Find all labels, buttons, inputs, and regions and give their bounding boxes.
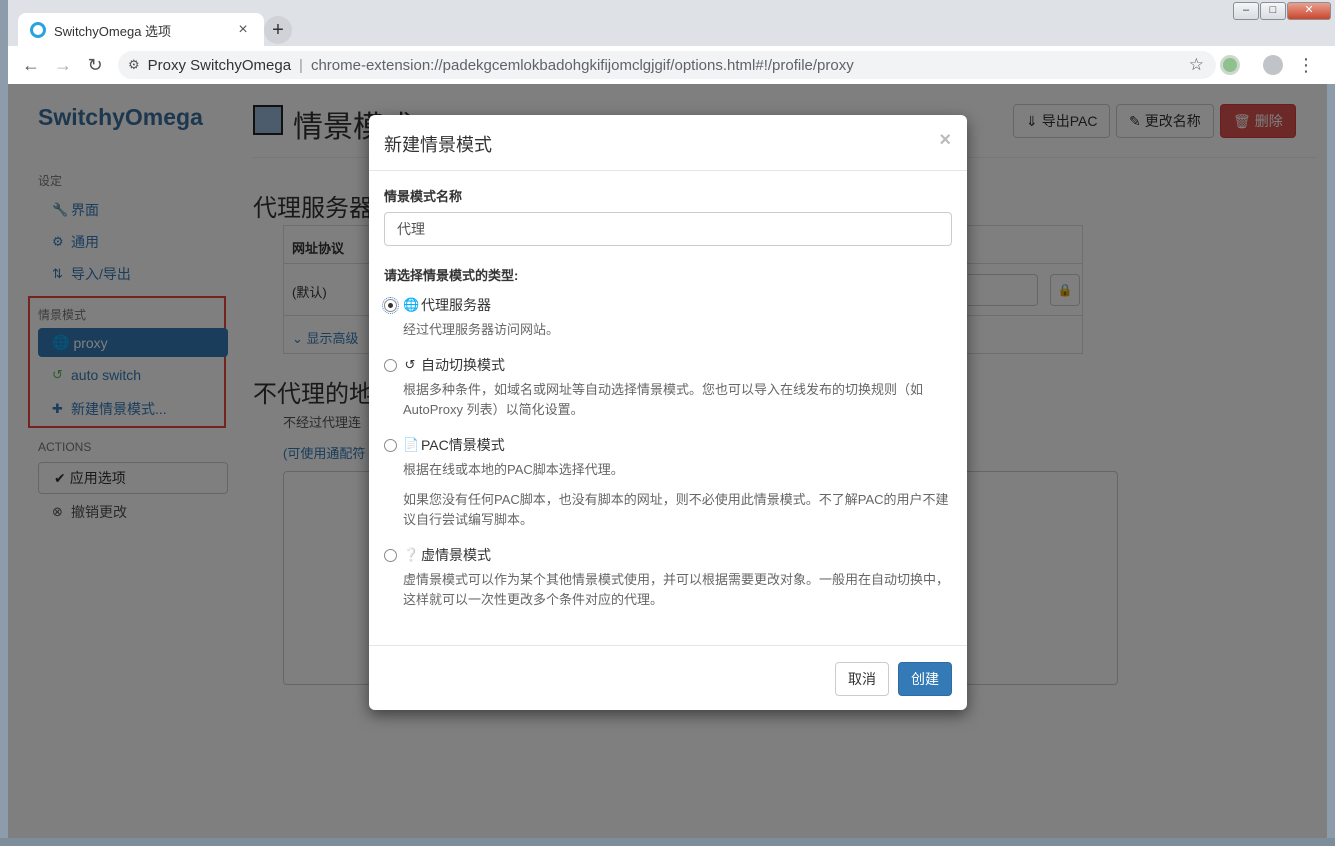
option-description: 根据在线或本地的PAC脚本选择代理。 — [403, 462, 624, 477]
maximize-button[interactable]: □ — [1260, 2, 1286, 20]
extension-status-icon[interactable] — [1220, 55, 1240, 75]
url-text[interactable]: chrome-extension://padekgcemlokbadohgkif… — [311, 57, 854, 74]
switchyomega-favicon-icon — [30, 22, 46, 38]
tab-title: SwitchyOmega 选项 — [54, 23, 172, 39]
close-icon[interactable]: × — [939, 129, 951, 152]
question-sign-icon: ❔ — [403, 547, 420, 562]
window-frame-left — [0, 0, 8, 846]
radio-proxy-server[interactable] — [382, 296, 399, 314]
radio-auto-switch[interactable] — [384, 358, 397, 372]
modal-body: 情景模式名称 请选择情景模式的类型: 🌐 代理服务器 经过代理服务器访问网站。 … — [369, 171, 967, 645]
new-tab-button[interactable]: + — [264, 16, 292, 44]
modal-title: 新建情景模式 — [384, 135, 492, 155]
option-description: 经过代理服务器访问网站。 — [403, 322, 560, 337]
file-icon: 📄 — [403, 437, 420, 452]
close-window-button[interactable]: ✕ — [1287, 2, 1331, 20]
tab-strip: SwitchyOmega 选项 × + – □ ✕ — [8, 0, 1335, 47]
new-profile-dialog: 新建情景模式 × 情景模式名称 请选择情景模式的类型: 🌐 代理服务器 经过代理… — [369, 115, 967, 710]
reload-button[interactable]: ↻ — [82, 52, 108, 78]
minimize-button[interactable]: – — [1233, 2, 1259, 20]
profile-name-input[interactable] — [384, 212, 952, 246]
radio-virtual-profile[interactable] — [384, 548, 397, 562]
option-description-note: 如果您没有任何PAC脚本，也没有脚本的网址，则不必使用此情景模式。不了解PAC的… — [403, 492, 949, 527]
puzzle-piece-icon: ⚙ — [128, 57, 140, 72]
window-frame-right — [1327, 0, 1335, 846]
option-auto-switch: ↺ 自动切换模式 根据多种条件，如域名或网址等自动选择情景模式。您也可以导入在线… — [384, 355, 955, 420]
option-description: 根据多种条件，如域名或网址等自动选择情景模式。您也可以导入在线发布的切换规则（如… — [403, 382, 924, 417]
option-pac-profile: 📄 PAC情景模式 根据在线或本地的PAC脚本选择代理。 如果您没有任何PAC脚… — [384, 435, 955, 530]
window-controls: – □ ✕ — [1232, 2, 1331, 20]
option-label: 自动切换模式 — [421, 357, 505, 373]
modal-header: 新建情景模式 × — [369, 115, 967, 171]
forward-button[interactable]: → — [50, 52, 76, 78]
profile-avatar-icon[interactable] — [1263, 55, 1283, 75]
retweet-icon: ↺ — [404, 357, 416, 372]
create-button[interactable]: 创建 — [898, 662, 952, 696]
menu-button[interactable]: ⋮ — [1293, 52, 1319, 78]
back-button[interactable]: ← — [18, 52, 44, 78]
browser-tab[interactable]: SwitchyOmega 选项 × — [18, 13, 264, 47]
window-frame-bottom — [0, 838, 1335, 846]
modal-footer: 取消 创建 — [369, 645, 967, 710]
url-separator: | — [299, 56, 303, 74]
option-label: PAC情景模式 — [421, 437, 505, 453]
browser-chrome: SwitchyOmega 选项 × + – □ ✕ ← → ↻ ⚙ Proxy … — [8, 0, 1335, 84]
bookmark-star-icon[interactable]: ☆ — [1189, 55, 1204, 75]
address-bar[interactable]: ⚙ Proxy SwitchyOmega | chrome-extension:… — [118, 51, 1216, 79]
option-label: 代理服务器 — [421, 297, 491, 313]
profile-name-label: 情景模式名称 — [384, 189, 463, 204]
option-description: 虚情景模式可以作为某个其他情景模式使用，并可以根据需要更改对象。一般用在自动切换… — [403, 572, 950, 607]
radio-pac-profile[interactable] — [384, 438, 397, 452]
option-proxy-server: 🌐 代理服务器 经过代理服务器访问网站。 — [382, 295, 955, 340]
profile-type-prompt: 请选择情景模式的类型: — [384, 268, 519, 283]
globe-icon: 🌐 — [403, 297, 420, 312]
cancel-button[interactable]: 取消 — [835, 662, 889, 696]
tab-close-icon[interactable]: × — [234, 21, 252, 39]
option-label: 虚情景模式 — [421, 547, 491, 563]
site-name: Proxy SwitchyOmega — [147, 56, 292, 74]
browser-toolbar: ← → ↻ ⚙ Proxy SwitchyOmega | chrome-exte… — [8, 46, 1335, 84]
option-virtual-profile: ❔ 虚情景模式 虚情景模式可以作为某个其他情景模式使用，并可以根据需要更改对象。… — [384, 545, 955, 610]
